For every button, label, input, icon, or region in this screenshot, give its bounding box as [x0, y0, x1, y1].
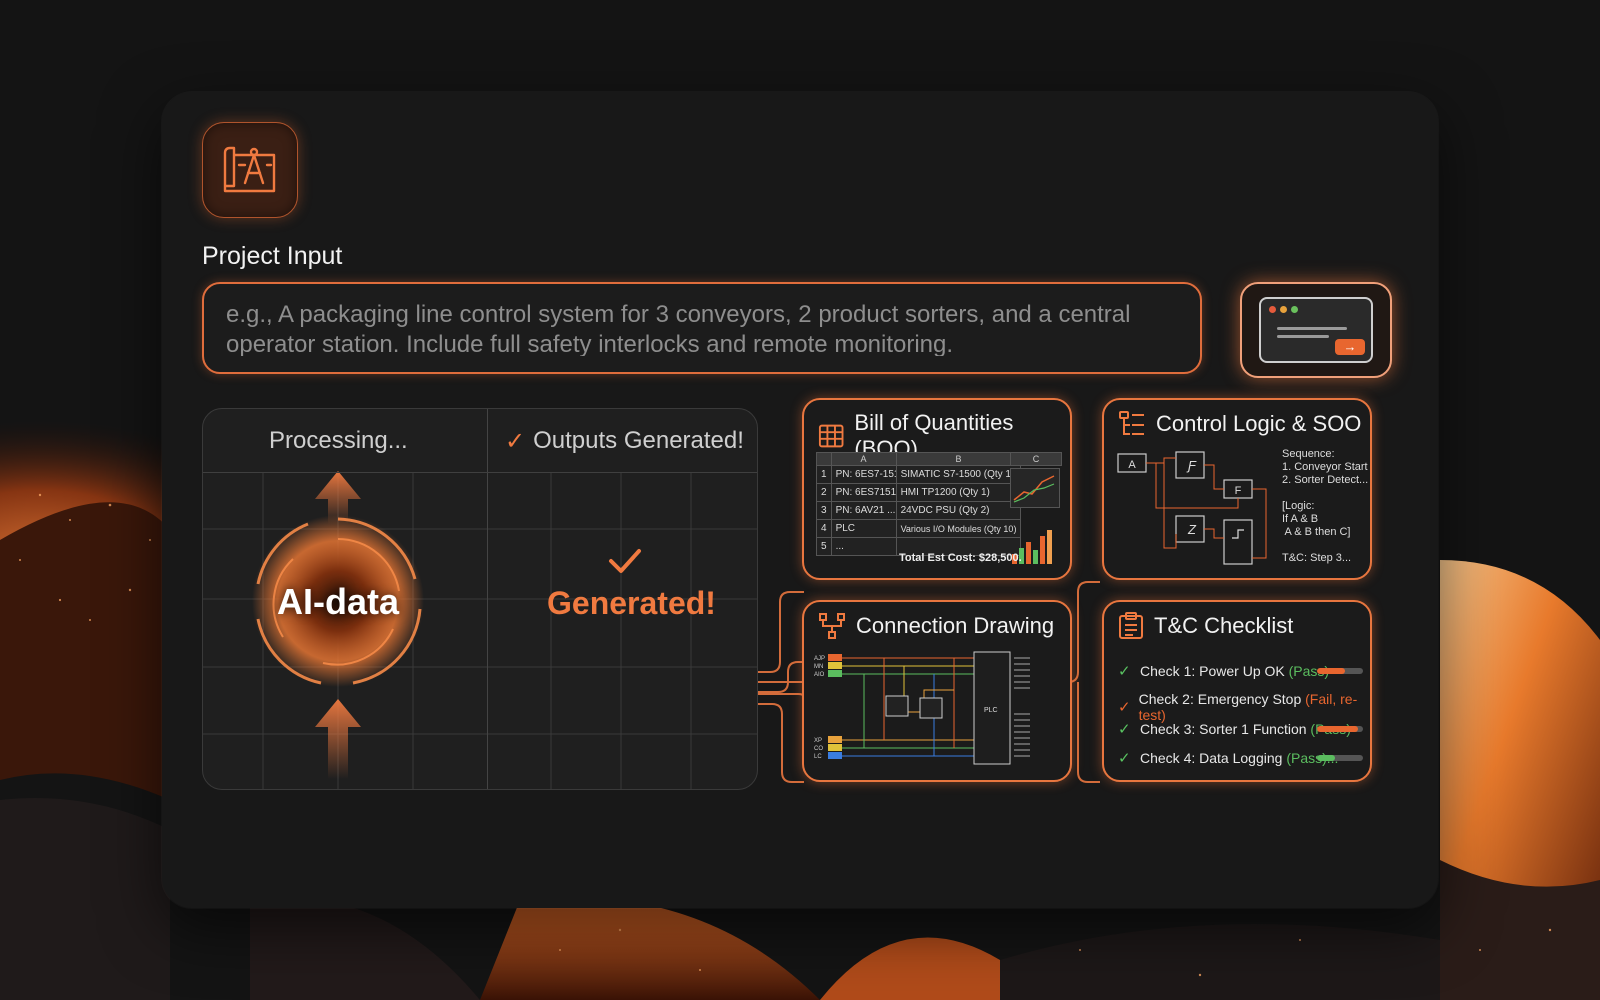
- svg-text:CO: CO: [814, 746, 823, 752]
- boq-card[interactable]: Bill of Quantities (BOQ) A B 1 PN: 6ES7-…: [802, 398, 1072, 580]
- project-input-field[interactable]: [226, 300, 1178, 356]
- check-icon: ✓: [505, 428, 526, 455]
- checklist-item[interactable]: ✓ Check 4: Data Logging (Pass)...: [1118, 749, 1363, 767]
- outputs-generated-text: Outputs Generated!: [533, 427, 744, 454]
- project-input-box[interactable]: [202, 282, 1202, 374]
- checklist-item[interactable]: ✓ Check 2: Emergency Stop (Fail, re-test): [1118, 691, 1363, 723]
- boq-col-b: B: [895, 452, 1022, 466]
- check-icon: ✓: [1118, 750, 1131, 767]
- svg-text:Z: Z: [1187, 522, 1197, 537]
- processing-panel: Processing... ✓ Outputs Generated! AI-da…: [202, 408, 758, 790]
- control-logic-title: Control Logic & SOO: [1156, 411, 1362, 436]
- connection-drawing-card[interactable]: Connection Drawing AJP MN AIO XP CO LC PLC: [802, 600, 1072, 782]
- check-icon: ✓: [1118, 699, 1131, 716]
- svg-text:Ƒ: Ƒ: [1186, 458, 1197, 473]
- table-row: 4 PLC Various I/O Modules (Qty 10): [816, 519, 1022, 538]
- window-icon: →: [1259, 297, 1373, 363]
- table-icon: [818, 424, 844, 448]
- processing-label: Processing...: [269, 427, 408, 454]
- progress-bar: [1317, 668, 1363, 674]
- boq-col-a: A: [830, 452, 897, 466]
- checklist-item-label: Check 1: Power Up OK (Pass): [1140, 663, 1330, 679]
- boq-col-c: C: [1010, 452, 1062, 466]
- checklist-item-label: Check 2: Emergency Stop (Fail, re-test): [1138, 691, 1358, 723]
- table-row: 2 PN: 6ES7151... HMI TP1200 (Qty 1): [816, 483, 1022, 502]
- table-row: 3 PN: 6AV21 ... 24VDC PSU (Qty 2): [816, 501, 1022, 520]
- svg-text:MN: MN: [814, 664, 823, 670]
- wiring-icon: [819, 613, 845, 639]
- progress-bar: [1317, 726, 1363, 732]
- checklist-item[interactable]: ✓ Check 1: Power Up OK (Pass): [1118, 662, 1363, 680]
- control-logic-card[interactable]: Control Logic & SOO A F Ƒ Z Sequence: 1.…: [1102, 398, 1372, 580]
- svg-text:LC: LC: [814, 754, 822, 760]
- plc-label: PLC: [984, 707, 998, 714]
- clipboard-icon: [1119, 612, 1143, 639]
- svg-text:XP: XP: [814, 738, 822, 744]
- tc-checklist-card[interactable]: T&C Checklist ✓ Check 1: Power Up OK (Pas…: [1102, 600, 1372, 782]
- checklist-item-status: (Fail, re-test): [1138, 691, 1358, 723]
- progress-bar: [1317, 755, 1363, 761]
- boq-table: A B 1 PN: 6ES7-151... SIMATIC S7-1500 (Q…: [816, 452, 1022, 556]
- table-row: 1 PN: 6ES7-151... SIMATIC S7-1500 (Qty 1…: [816, 465, 1022, 484]
- ai-data-label: AI-data: [277, 581, 400, 622]
- logic-block-f: F: [1235, 485, 1242, 497]
- wiring-diagram: AJP MN AIO XP CO LC PLC: [814, 651, 1030, 765]
- tc-checklist-title: T&C Checklist: [1154, 613, 1294, 638]
- outputs-generated-label: ✓ Outputs Generated!: [505, 427, 744, 456]
- svg-text:AIO: AIO: [814, 672, 825, 678]
- check-icon: ✓: [1118, 663, 1131, 680]
- arrow-right-icon: →: [1335, 339, 1365, 355]
- submit-button[interactable]: →: [1240, 282, 1392, 378]
- checklist-item[interactable]: ✓Check 3: Sorter 1 Function (Pass): [1118, 720, 1363, 738]
- tc-checklist-header: T&C Checklist: [1118, 612, 1293, 640]
- flowchart-icon: [1119, 411, 1144, 435]
- boq-total: Total Est Cost: $28,500.: [899, 552, 1022, 564]
- logic-block-a: A: [1128, 459, 1136, 471]
- mini-line-chart: [1010, 468, 1060, 508]
- check-icon: ✓: [1118, 721, 1131, 738]
- section-title: Project Input: [202, 242, 343, 270]
- checklist-item-label: Check 4: Data Logging (Pass)...: [1140, 750, 1339, 766]
- svg-text:AJP: AJP: [814, 656, 825, 662]
- control-logic-header: Control Logic & SOO: [1118, 410, 1361, 438]
- main-panel: Project Input →: [162, 92, 1438, 908]
- logic-diagram: A F Ƒ Z: [1117, 451, 1267, 565]
- blueprint-compass-icon: [202, 122, 298, 218]
- connection-drawing-header: Connection Drawing: [818, 612, 1054, 640]
- sequence-notes: Sequence: 1. Conveyor Start 2. Sorter De…: [1282, 448, 1369, 564]
- generated-label: Generated!: [547, 585, 716, 621]
- connection-drawing-title: Connection Drawing: [856, 613, 1055, 638]
